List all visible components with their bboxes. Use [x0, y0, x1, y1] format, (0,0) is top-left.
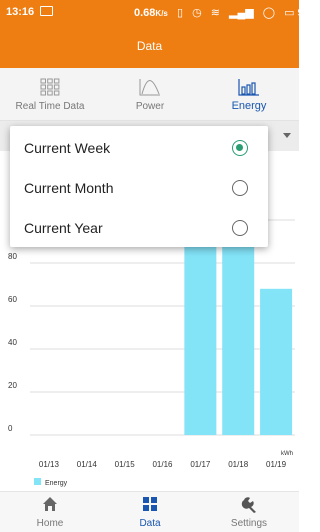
nav-label: Settings [230, 518, 268, 529]
tab-label: Real Time Data [15, 101, 85, 112]
option-label: Current Year [24, 220, 103, 236]
page-title: Data [136, 39, 163, 53]
tab-label: Power [135, 101, 165, 112]
bottom-nav: Home Data Settings [0, 491, 299, 532]
legend-label: Energy [45, 480, 68, 487]
x-tick-label: 01/18 [228, 460, 249, 469]
battery-icon: ▭ [284, 7, 295, 19]
option-label: Current Month [24, 180, 114, 196]
radio-button[interactable] [232, 220, 248, 236]
wifi-icon: ≋ [210, 7, 220, 19]
nav-label: Data [139, 518, 161, 529]
tab-real-time-data[interactable]: Real Time Data [0, 68, 100, 120]
x-tick-label: 01/19 [266, 460, 287, 469]
vibrate-icon: ▯ [176, 7, 183, 19]
sync-icon: ◯ [262, 7, 276, 19]
data-icon [143, 497, 157, 511]
bars-icon [238, 79, 259, 96]
legend-swatch [34, 478, 41, 485]
x-tick-label: 01/15 [115, 460, 136, 469]
option-current-year[interactable]: Current Year [10, 208, 268, 248]
x-tick-label: 01/17 [190, 460, 211, 469]
nav-data[interactable]: Data [100, 492, 200, 532]
wrench-icon [241, 497, 256, 513]
radio-button[interactable] [232, 180, 248, 196]
curve-icon [139, 79, 160, 96]
period-dropdown-menu: Current Week Current Month Current Year [10, 126, 268, 247]
nav-home[interactable]: Home [0, 492, 100, 532]
status-time: 13:16 [6, 6, 35, 18]
tab-power[interactable]: Power [100, 68, 200, 120]
nav-settings[interactable]: Settings [199, 492, 299, 532]
y-tick-label: 20 [8, 381, 17, 390]
option-current-month[interactable]: Current Month [10, 168, 268, 208]
chevron-down-icon [283, 133, 291, 138]
tab-label: Energy [231, 100, 267, 112]
y-tick-label: 80 [8, 252, 17, 261]
y-tick-label: 60 [8, 295, 17, 304]
app-bar: Data [0, 25, 299, 68]
status-bar: 13:16 0.68K/s ▯ ◷ ≋ ▂▄▆ ◯ ▭ 93 [0, 0, 310, 25]
y-tick-label: 40 [8, 338, 17, 347]
x-tick-label: 01/13 [39, 460, 60, 469]
tab-energy[interactable]: Energy [199, 68, 299, 120]
unit-label: kWh [281, 451, 293, 457]
alarm-icon: ◷ [192, 7, 202, 19]
status-right: 0.68K/s ▯ ◷ ≋ ▂▄▆ ◯ ▭ 93 [134, 7, 310, 19]
option-current-week[interactable]: Current Week [10, 128, 268, 168]
mail-notification-icon [40, 6, 53, 16]
signal-icon: ▂▄▆ [229, 7, 254, 19]
battery-level: 93 [297, 7, 310, 19]
x-tick-label: 01/14 [77, 460, 98, 469]
grid-icon [40, 78, 60, 96]
energy-bar [260, 288, 293, 435]
x-tick-label: 01/16 [152, 460, 173, 469]
radio-button[interactable] [232, 140, 248, 156]
home-icon [43, 497, 57, 511]
option-label: Current Week [24, 140, 111, 156]
net-speed: 0.68 [134, 7, 156, 19]
y-tick-label: 0 [8, 424, 13, 433]
tab-bar: Real Time Data Power Energy [0, 68, 299, 121]
nav-label: Home [36, 518, 64, 529]
